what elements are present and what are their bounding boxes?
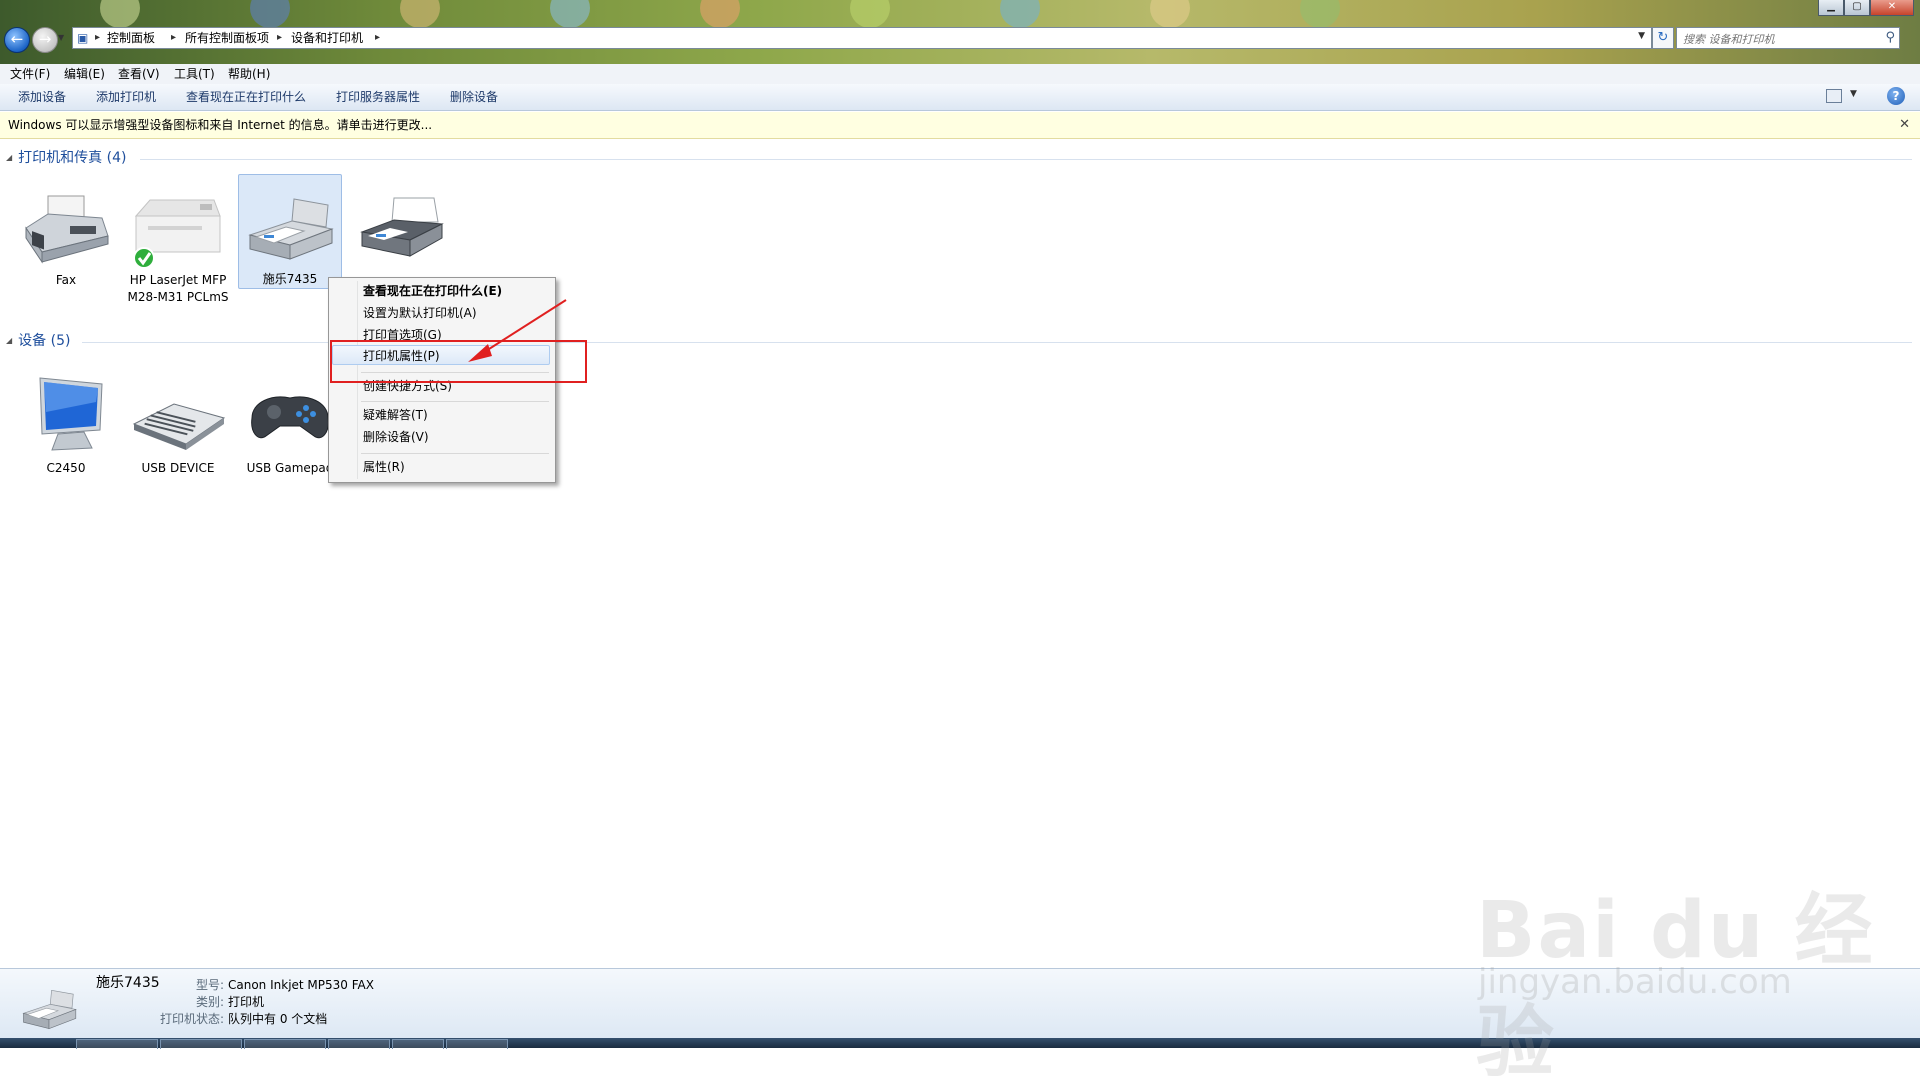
menu-tools[interactable]: 工具(T) [174,67,215,81]
menu-help[interactable]: 帮助(H) [228,67,270,81]
status-label: 打印机状态: [159,1012,224,1026]
command-bar: 添加设备 添加打印机 查看现在正在打印什么 打印服务器属性 删除设备 ▼ ? [0,84,1920,111]
device-label: C2450 [46,461,86,475]
group-header-printers[interactable]: ◢ 打印机和传真 (4) [6,149,126,167]
address-bar[interactable]: ▣ ▸ 控制面板 ▸ 所有控制面板项 ▸ 设备和打印机 ▸ ▼ [72,27,1652,49]
wallpaper-decoration [250,0,290,28]
search-box[interactable]: ⚲ [1676,27,1900,49]
wallpaper-decoration [700,0,740,28]
device-item-inkjet-printer[interactable] [350,176,454,272]
breadcrumb-separator-icon[interactable]: ▸ [95,31,100,45]
refresh-button[interactable]: ↻ [1652,27,1674,49]
device-label: USB Gamepad [246,461,334,475]
breadcrumb-devices-printers[interactable]: 设备和打印机 [291,31,363,45]
maximize-button[interactable]: ▢ [1844,0,1870,16]
add-device-button[interactable]: 添加设备 [18,90,66,104]
group-title: 打印机和传真 (4) [18,150,127,166]
category-label: 类别: [195,995,224,1009]
close-window-button[interactable]: ✕ [1870,0,1914,16]
keyboard-icon [132,403,226,450]
breadcrumb-separator-icon[interactable]: ▸ [171,31,176,45]
info-bar-message[interactable]: Windows 可以显示增强型设备图标和来自 Internet 的信息。请单击进… [8,118,432,132]
add-printer-button[interactable]: 添加打印机 [96,90,156,104]
refresh-icon: ↻ [1657,30,1669,45]
chevron-down-icon[interactable]: ▼ [1850,89,1857,99]
fax-icon [25,195,109,264]
device-item-xerox-7435[interactable]: 施乐7435 [238,174,342,289]
device-item-usb-device[interactable]: USB DEVICE [126,372,230,477]
device-label: Fax [55,273,77,287]
group-title: 设备 (5) [18,333,71,349]
wallpaper-decoration [1150,0,1190,28]
menu-item-properties[interactable]: 属性(R) [363,460,405,474]
printer-icon [360,197,444,257]
menu-item-remove-device[interactable]: 删除设备(V) [363,430,429,444]
forward-button[interactable]: → [32,27,58,53]
search-input[interactable] [1681,30,1875,48]
baidu-watermark-url: jingyan.baidu.com [1478,962,1792,1002]
breadcrumb-control-panel[interactable]: 控制面板 [107,31,155,45]
wallpaper-decoration [100,0,140,28]
menu-bar: 文件(F) 编辑(E) 查看(V) 工具(T) 帮助(H) [0,64,1920,85]
menu-edit[interactable]: 编辑(E) [64,67,105,81]
device-label: 施乐7435 [262,272,318,286]
recent-pages-dropdown[interactable]: ▼ [58,33,64,42]
status-value: 队列中有 0 个文档 [228,1012,328,1026]
window-controls: ▁ ▢ ✕ [1818,0,1914,17]
menu-separator [361,453,549,454]
collapse-triangle-icon[interactable]: ◢ [6,336,12,345]
window-titlebar: ▁ ▢ ✕ ← → ▼ ▣ ▸ 控制面板 ▸ 所有控制面板项 ▸ 设备和打印机 … [0,0,1920,64]
model-value: Canon Inkjet MP530 FAX [228,978,374,992]
model-label: 型号: [195,978,224,992]
breadcrumb-separator-icon[interactable]: ▸ [375,31,380,45]
see-whats-printing-button[interactable]: 查看现在正在打印什么 [186,90,306,104]
gamepad-icon [251,396,329,439]
monitor-icon [39,377,103,451]
wallpaper-decoration [1000,0,1040,28]
search-icon[interactable]: ⚲ [1885,30,1895,45]
menu-separator [361,401,549,402]
device-item-hp-laserjet[interactable]: HP LaserJet MFP M28-M31 PCLmS [126,176,230,306]
control-panel-icon: ▣ [77,31,89,45]
collapse-triangle-icon[interactable]: ◢ [6,153,12,162]
help-icon[interactable]: ? [1887,87,1905,105]
info-bar[interactable]: Windows 可以显示增强型设备图标和来自 Internet 的信息。请单击进… [0,112,1920,139]
wallpaper-decoration [550,0,590,28]
back-button[interactable]: ← [4,27,30,53]
breadcrumb-all-items[interactable]: 所有控制面板项 [185,31,269,45]
category-value: 打印机 [228,995,265,1009]
remove-device-button[interactable]: 删除设备 [450,90,498,104]
menu-file[interactable]: 文件(F) [10,67,50,81]
breadcrumb-separator-icon[interactable]: ▸ [277,31,282,45]
arrow-left-icon: ← [10,30,24,48]
arrow-right-icon: → [38,30,52,48]
address-dropdown-icon[interactable]: ▼ [1638,31,1645,41]
menu-item-troubleshoot[interactable]: 疑难解答(T) [363,408,428,422]
minimize-button[interactable]: ▁ [1818,0,1844,16]
device-item-fax[interactable]: Fax [14,176,118,289]
printer-icon [248,198,334,260]
device-label: USB DEVICE [141,461,215,475]
annotation-arrow-icon [468,299,567,362]
group-divider [140,159,1912,160]
laser-printer-icon [133,199,221,269]
close-icon[interactable]: ✕ [1899,117,1910,132]
change-view-icon[interactable] [1826,89,1842,103]
print-server-properties-button[interactable]: 打印服务器属性 [336,90,420,104]
wallpaper-decoration [1300,0,1340,28]
device-item-c2450[interactable]: C2450 [14,372,118,477]
group-header-devices[interactable]: ◢ 设备 (5) [6,332,70,350]
menu-view[interactable]: 查看(V) [118,67,160,81]
wallpaper-decoration [850,0,890,28]
printer-icon [22,989,77,1030]
wallpaper-decoration [400,0,440,28]
device-item-usb-gamepad[interactable]: USB Gamepad [238,372,342,477]
device-label: HP LaserJet MFP M28-M31 PCLmS [127,273,229,304]
